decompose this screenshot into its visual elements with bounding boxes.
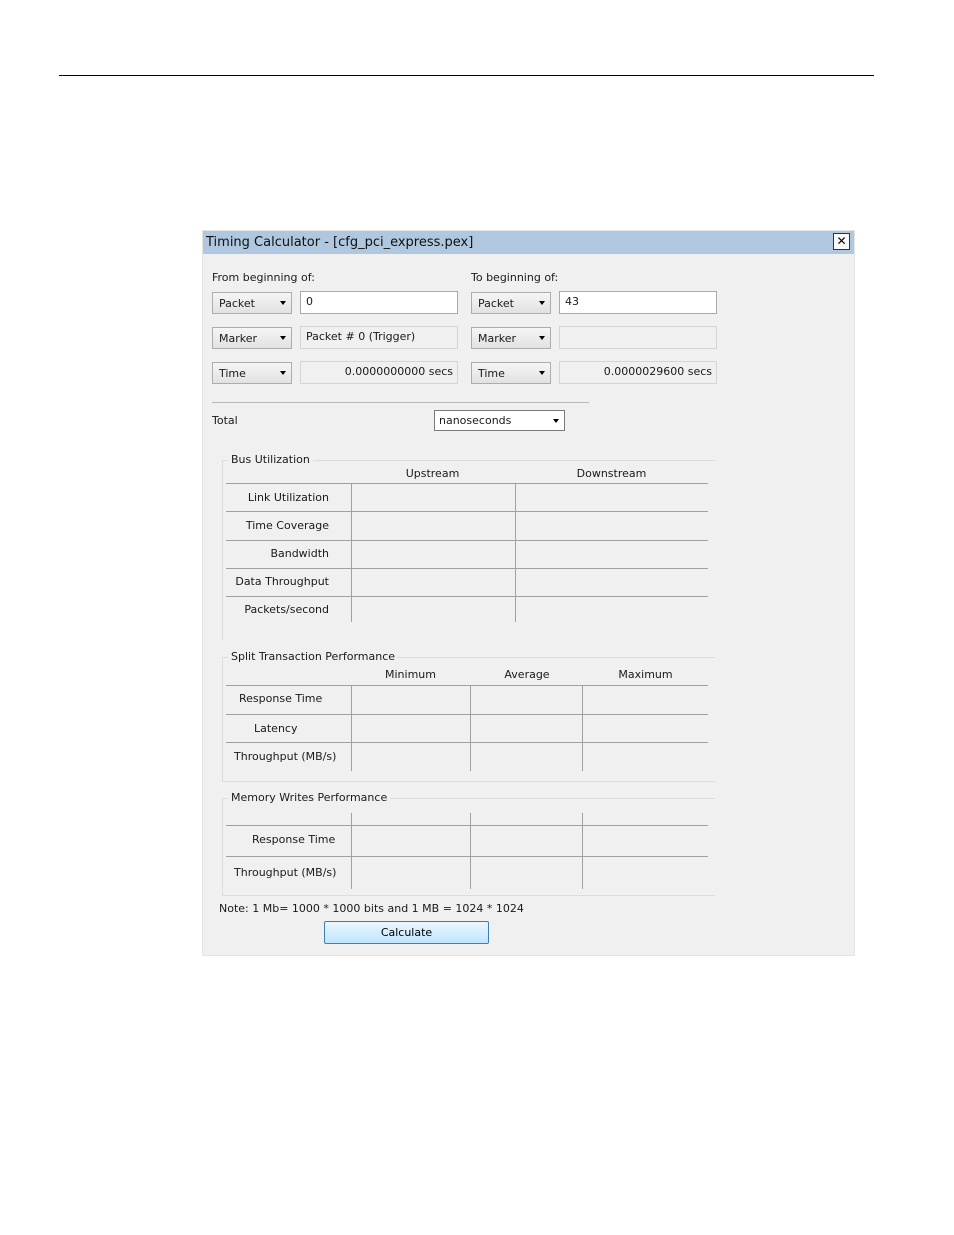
to-heading: To beginning of:: [471, 271, 559, 284]
to-time-value: 0.0000029600 secs: [603, 365, 712, 378]
timing-calculator-dialog: Timing Calculator - [cfg_pci_express.pex…: [202, 230, 855, 956]
col-minimum: Minimum: [385, 668, 436, 681]
chevron-down-icon: [280, 301, 286, 305]
to-marker-field: [559, 326, 717, 349]
to-time-field: 0.0000029600 secs: [559, 361, 717, 384]
to-marker-combo[interactable]: Marker: [471, 327, 551, 349]
from-heading: From beginning of:: [212, 271, 315, 284]
grid-line: [226, 742, 708, 743]
group-border: [222, 895, 715, 896]
close-icon: ✕: [836, 234, 847, 248]
row-link-utilization: Link Utilization: [247, 491, 329, 504]
memory-writes-title: Memory Writes Performance: [228, 791, 391, 804]
group-border: [222, 657, 223, 781]
from-packet-input[interactable]: 0: [300, 291, 458, 314]
group-border: [222, 460, 223, 641]
col-upstream: Upstream: [405, 467, 460, 480]
chevron-down-icon: [539, 336, 545, 340]
from-marker-value: Packet # 0 (Trigger): [306, 330, 416, 343]
title-bar[interactable]: Timing Calculator - [cfg_pci_express.pex…: [203, 231, 854, 254]
row-throughput: Throughput (MB/s): [234, 750, 337, 763]
to-packet-input[interactable]: 43: [559, 291, 717, 314]
row-mw-response-time: Response Time: [252, 833, 336, 846]
grid-line: [351, 686, 352, 771]
grid-line: [226, 596, 708, 597]
col-downstream: Downstream: [576, 467, 647, 480]
units-note: Note: 1 Mb= 1000 * 1000 bits and 1 MB = …: [219, 902, 524, 915]
row-response-time: Response Time: [239, 692, 323, 705]
row-packets-second: Packets/second: [244, 603, 329, 616]
from-marker-combo[interactable]: Marker: [212, 327, 292, 349]
grid-line: [582, 686, 583, 771]
group-border: [222, 798, 223, 895]
grid-line: [226, 714, 708, 715]
total-label: Total: [212, 414, 238, 427]
section-divider: [212, 402, 589, 403]
from-marker-combo-label: Marker: [219, 332, 258, 345]
grid-line: [470, 686, 471, 771]
group-border: [222, 781, 715, 782]
dialog-title: Timing Calculator - [cfg_pci_express.pex…: [206, 235, 474, 250]
to-time-combo[interactable]: Time: [471, 362, 551, 384]
grid-line: [515, 484, 516, 622]
chevron-down-icon: [539, 371, 545, 375]
grid-line: [226, 483, 708, 484]
col-maximum: Maximum: [618, 668, 673, 681]
from-time-combo[interactable]: Time: [212, 362, 292, 384]
chevron-down-icon: [553, 419, 559, 423]
calculate-button[interactable]: Calculate: [324, 921, 489, 944]
to-packet-combo[interactable]: Packet: [471, 292, 551, 314]
to-packet-combo-label: Packet: [478, 297, 514, 310]
grid-line: [226, 568, 708, 569]
row-time-coverage: Time Coverage: [245, 519, 329, 532]
chevron-down-icon: [280, 336, 286, 340]
row-data-throughput: Data Throughput: [235, 575, 329, 588]
page-header-rule: [59, 75, 874, 76]
to-packet-value: 43: [565, 295, 579, 308]
from-packet-value: 0: [306, 295, 313, 308]
row-mw-throughput: Throughput (MB/s): [234, 866, 337, 879]
from-packet-combo-label: Packet: [219, 297, 255, 310]
close-button[interactable]: ✕: [833, 233, 850, 250]
chevron-down-icon: [539, 301, 545, 305]
grid-line: [226, 685, 708, 686]
total-unit-value: nanoseconds: [439, 414, 512, 427]
grid-line: [226, 825, 708, 826]
row-latency: Latency: [254, 722, 298, 735]
from-packet-combo[interactable]: Packet: [212, 292, 292, 314]
grid-line: [226, 856, 708, 857]
from-time-combo-label: Time: [219, 367, 246, 380]
grid-line: [470, 813, 471, 889]
total-unit-select[interactable]: nanoseconds: [434, 410, 565, 431]
split-transaction-title: Split Transaction Performance: [228, 650, 399, 663]
row-bandwidth: Bandwidth: [270, 547, 329, 560]
chevron-down-icon: [280, 371, 286, 375]
col-average: Average: [504, 668, 550, 681]
from-time-value: 0.0000000000 secs: [344, 365, 453, 378]
to-time-combo-label: Time: [478, 367, 505, 380]
grid-line: [351, 484, 352, 622]
from-marker-field: Packet # 0 (Trigger): [300, 326, 458, 349]
grid-line: [226, 511, 708, 512]
grid-line: [582, 813, 583, 889]
grid-line: [226, 540, 708, 541]
grid-line: [351, 813, 352, 889]
bus-utilization-title: Bus Utilization: [228, 453, 313, 466]
from-time-field: 0.0000000000 secs: [300, 361, 458, 384]
to-marker-combo-label: Marker: [478, 332, 517, 345]
